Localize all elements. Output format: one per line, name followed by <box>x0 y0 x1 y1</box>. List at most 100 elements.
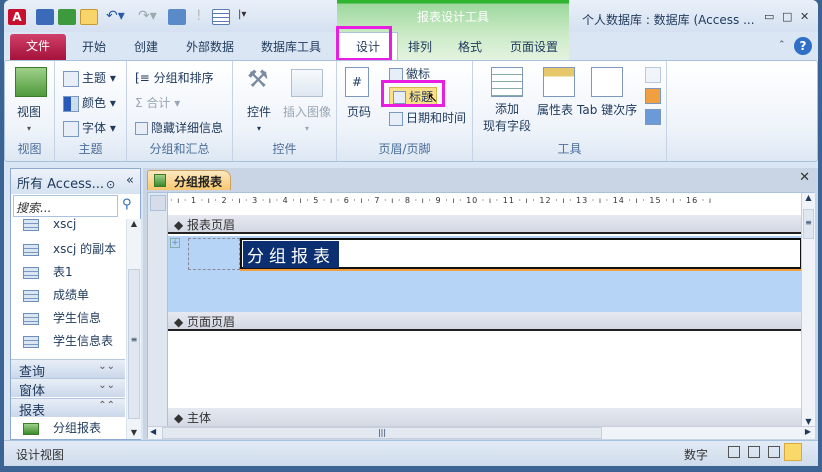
report-icon <box>154 174 166 187</box>
colors-icon <box>63 95 79 112</box>
view-icon <box>15 67 47 97</box>
excel-export-icon[interactable] <box>58 9 76 25</box>
nav-category-queries[interactable]: 查询 ⌄⌄ <box>11 359 125 380</box>
colors-button[interactable]: 颜色 ▾ <box>63 94 116 112</box>
fonts-icon <box>63 120 79 137</box>
nav-table-item[interactable]: xscj <box>23 217 76 231</box>
fonts-button[interactable]: 字体 ▾ <box>63 119 116 137</box>
dropdown-icon[interactable]: ⊙ <box>106 178 115 191</box>
group-grouping: ⁅≡ 分组和排序 Σ 合计 ▾ 隐藏详细信息 分组和汇总 <box>127 61 233 161</box>
close-window-button[interactable]: ✕ <box>800 10 809 23</box>
nav-scrollbar[interactable]: ▲ ≡ ▼ <box>126 219 141 439</box>
group-view: 视图 ▾ 视图 <box>5 61 55 161</box>
horizontal-scrollbar[interactable]: ◀ ||| ▶ <box>148 426 815 439</box>
insert-image-icon <box>291 69 323 97</box>
nav-table-item[interactable]: xscj 的副本 <box>23 240 116 257</box>
label: 日期和时间 <box>406 111 467 125</box>
scroll-thumb[interactable]: ≡ <box>128 269 140 419</box>
scroll-thumb[interactable]: ||| <box>162 427 602 439</box>
layout-view-icon[interactable] <box>768 446 780 458</box>
title-label-text[interactable]: 分组报表 <box>243 241 339 268</box>
section-detail[interactable]: ◆ 主体 <box>168 408 801 427</box>
tab-database-tools[interactable]: 数据库工具 <box>254 36 328 60</box>
table-icon <box>23 243 39 256</box>
label: 学生信息表 <box>53 334 114 348</box>
add-existing-fields-button[interactable]: 添加 现有字段 <box>483 101 531 135</box>
report-view-icon[interactable] <box>728 446 740 458</box>
controls-icon: ⚒ <box>247 65 269 93</box>
nav-table-item[interactable]: 表1 <box>23 263 73 280</box>
nav-search-input[interactable]: 搜索... <box>13 195 118 217</box>
tab-order-icon <box>591 67 623 97</box>
themes-button[interactable]: 主题 ▾ <box>63 69 116 87</box>
design-view-icon[interactable] <box>80 9 98 25</box>
controls-button[interactable]: 控件 ▾ <box>247 103 271 134</box>
undo-icon[interactable]: ↶▾ <box>106 8 125 24</box>
nav-table-item[interactable]: 成绩单 <box>23 286 89 303</box>
nav-table-item[interactable]: 学生信息 <box>23 309 101 326</box>
customize-qat-icon[interactable]: |▾ <box>238 9 246 20</box>
property-sheet-button[interactable]: 属性表 <box>537 101 573 118</box>
totals-button[interactable]: Σ 合计 ▾ <box>135 94 180 111</box>
close-document-icon[interactable]: ✕ <box>799 170 810 185</box>
convert-macros-icon[interactable] <box>645 88 661 104</box>
logo-placeholder[interactable] <box>188 238 240 270</box>
vertical-scrollbar[interactable]: ▲ ≡ ▼ <box>801 193 815 426</box>
label: 插入图像 <box>283 105 332 119</box>
access-app-icon[interactable]: A <box>8 9 26 25</box>
table-icon[interactable] <box>212 9 230 25</box>
move-handle-icon[interactable]: + <box>170 238 180 248</box>
section-page-header[interactable]: ◆ 页面页眉 <box>168 312 801 331</box>
help-icon[interactable]: ? <box>794 37 812 55</box>
nav-report-item[interactable]: 分组报表 <box>23 419 101 436</box>
tab-create[interactable]: 创建 <box>126 36 166 60</box>
collapse-pane-icon[interactable]: « <box>126 173 134 188</box>
hide-details-button[interactable]: 隐藏详细信息 <box>135 119 223 136</box>
maximize-button[interactable]: □ <box>782 10 792 23</box>
document-tab[interactable]: 分组报表 <box>147 170 231 190</box>
view-icon[interactable] <box>168 9 186 25</box>
table-icon <box>23 312 39 325</box>
table-icon <box>23 266 39 279</box>
label: xscj 的副本 <box>53 242 117 256</box>
nav-table-item[interactable]: 学生信息表 <box>23 332 113 349</box>
group-theme: 主题 ▾ 颜色 ▾ 字体 ▾ 主题 <box>55 61 127 161</box>
insert-image-button[interactable]: 插入图像 ▾ <box>283 103 331 134</box>
print-preview-icon[interactable] <box>748 446 760 458</box>
title-label-control[interactable]: 分组报表 <box>240 238 802 269</box>
page-number-button[interactable]: 页码 <box>347 103 371 120</box>
design-tab-highlight <box>336 26 392 61</box>
access-window: A ↶▾ ↷▾ ! |▾ 报表设计工具 个人数据库 : 数据库 (Access … <box>4 0 818 466</box>
expand-icon: ⌄⌄ <box>98 380 115 391</box>
tab-file[interactable]: 文件 <box>10 34 66 60</box>
scroll-thumb[interactable]: ≡ <box>803 209 814 239</box>
tab-page-setup[interactable]: 页面设置 <box>502 36 566 60</box>
tab-format[interactable]: 格式 <box>450 36 490 60</box>
report-selector[interactable] <box>150 195 166 211</box>
date-time-button[interactable]: 日期和时间 <box>389 109 466 126</box>
nav-category-forms[interactable]: 窗体 ⌄⌄ <box>11 378 125 399</box>
tab-home[interactable]: 开始 <box>74 36 114 60</box>
search-icon[interactable]: ⚲ <box>122 197 132 212</box>
save-icon[interactable] <box>36 9 54 25</box>
nav-pane-header[interactable]: 所有 Access... ⊙ « <box>11 169 140 194</box>
group-sort-button[interactable]: ⁅≡ 分组和排序 <box>135 69 214 86</box>
run-icon[interactable]: ! <box>196 8 202 24</box>
design-view-icon[interactable] <box>784 443 802 461</box>
section-report-header[interactable]: ◆ 报表页眉 <box>168 215 801 234</box>
subform-icon[interactable] <box>645 67 661 83</box>
hide-details-icon <box>135 122 148 135</box>
label: 添加 <box>495 102 520 116</box>
code-icon[interactable] <box>645 109 661 125</box>
tab-order-button[interactable]: Tab 键次序 <box>577 101 637 118</box>
nav-category-reports[interactable]: 报表 ⌃⌃ <box>11 398 125 419</box>
collapse-ribbon-icon[interactable]: ⌃ <box>778 40 786 50</box>
group-label: 分组和汇总 <box>149 142 210 156</box>
tab-arrange[interactable]: 排列 <box>400 36 440 60</box>
redo-icon[interactable]: ↷▾ <box>138 8 157 24</box>
minimize-button[interactable]: ▭ <box>764 10 774 23</box>
report-design-surface: · ı · 1 · ı · 2 · ı · 3 · ı · 4 · ı · 5 … <box>147 192 815 439</box>
view-button[interactable]: 视图 ▾ <box>17 103 41 134</box>
tab-external-data[interactable]: 外部数据 <box>180 36 240 60</box>
property-sheet-icon <box>543 67 575 97</box>
